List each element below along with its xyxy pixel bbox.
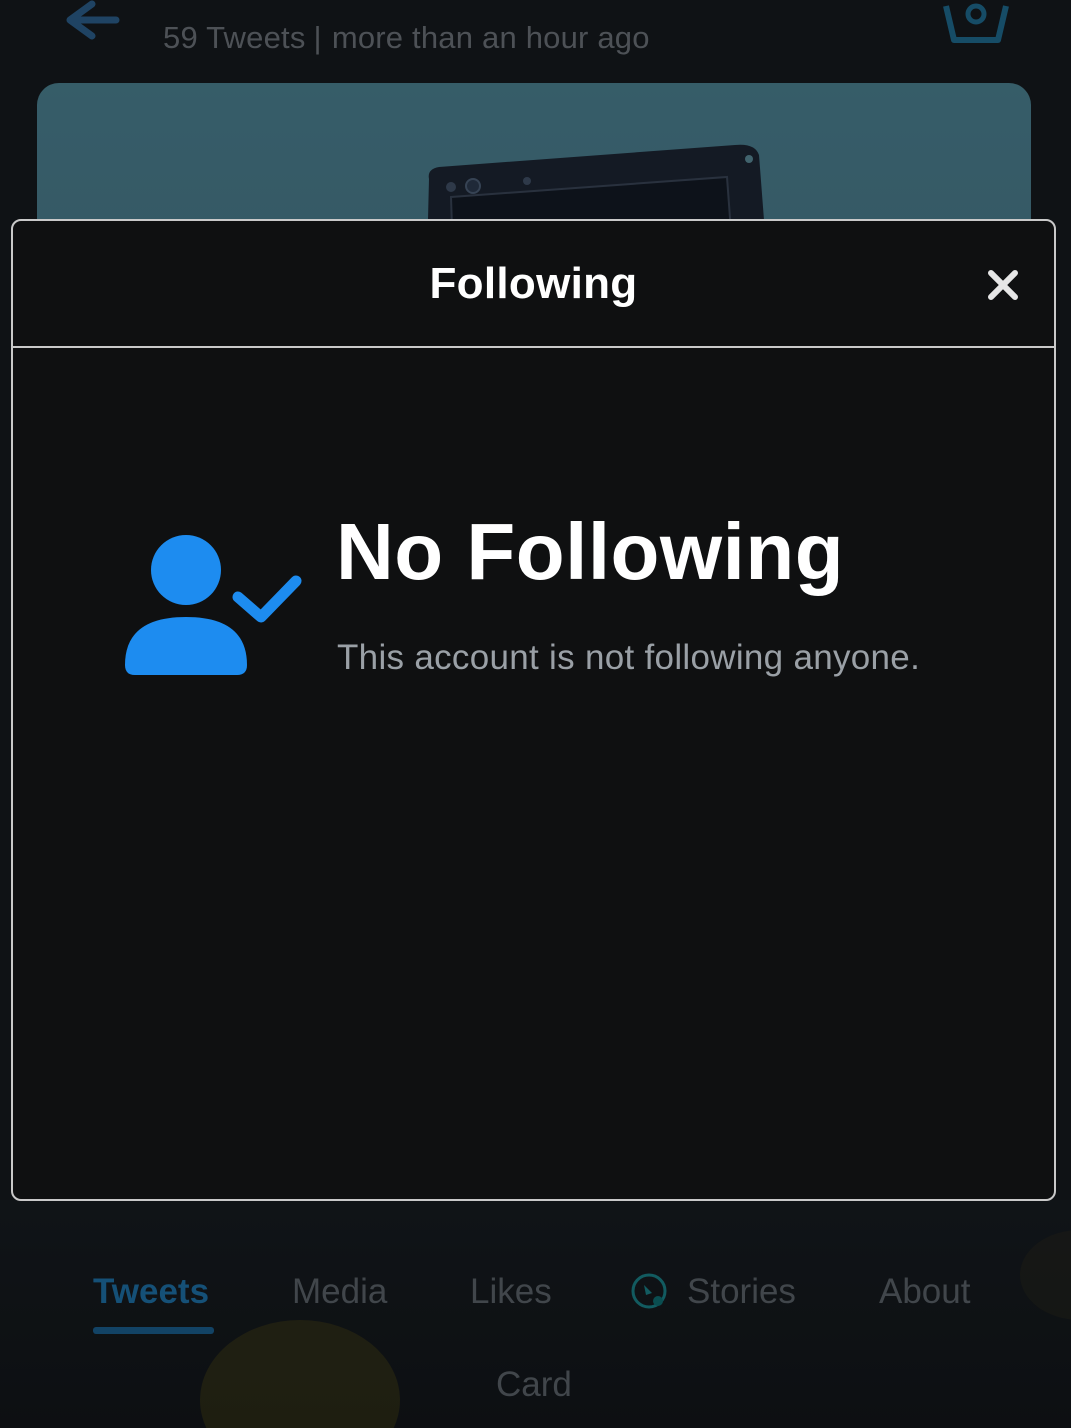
following-modal: Following No Following This account is n… <box>11 219 1056 1201</box>
close-icon[interactable] <box>983 265 1023 305</box>
user-check-icon <box>125 535 302 675</box>
modal-header: Following <box>13 221 1054 348</box>
modal-title: Following <box>429 259 638 308</box>
empty-state-title: No Following <box>336 507 845 596</box>
empty-state-subtitle: This account is not following anyone. <box>337 638 921 677</box>
